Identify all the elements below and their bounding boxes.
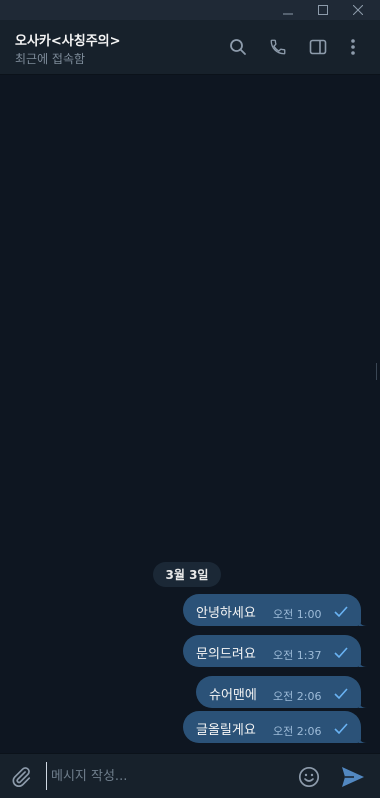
maximize-button[interactable] [305, 0, 341, 20]
minimize-icon [283, 13, 293, 15]
outgoing-message[interactable]: 슈어맨에 오전 2:06 [196, 676, 367, 708]
sidebar-toggle-button[interactable] [308, 37, 328, 57]
chat-title[interactable]: 오사카<사칭주의> [15, 30, 121, 49]
send-icon [342, 767, 364, 787]
smiley-icon [298, 766, 320, 788]
check-icon [334, 647, 348, 659]
check-icon [334, 606, 348, 618]
search-icon [230, 39, 246, 55]
minimize-button[interactable] [270, 0, 306, 20]
close-button[interactable] [340, 0, 376, 20]
message-text: 문의드려요 [196, 647, 256, 662]
paperclip-icon [12, 767, 31, 788]
message-time: 오전 2:06 [273, 690, 322, 703]
more-vertical-icon [351, 39, 355, 55]
attach-button[interactable] [10, 766, 32, 788]
chat-status: 최근에 접속함 [15, 52, 86, 66]
bubble-tail [359, 659, 367, 667]
message-time: 오전 1:37 [273, 649, 322, 662]
emoji-button[interactable] [298, 766, 320, 788]
outgoing-message[interactable]: 안녕하세요 오전 1:00 [183, 594, 367, 626]
maximize-icon [318, 5, 328, 15]
sidebar-toggle-icon [309, 39, 327, 55]
message-list[interactable]: 3월 3일 안녕하세요 오전 1:00 문의드려요 오전 1:37 슈어맨에 오… [0, 75, 380, 753]
message-text: 슈어맨에 [209, 688, 257, 703]
window-edge [376, 363, 380, 380]
message-text: 글올릴게요 [196, 723, 256, 738]
chat-header[interactable]: 오사카<사칭주의> 최근에 접속함 [0, 20, 380, 75]
bubble-tail [359, 735, 367, 743]
message-time: 오전 2:06 [273, 725, 322, 738]
message-text: 안녕하세요 [196, 606, 256, 621]
phone-icon [270, 39, 286, 55]
outgoing-message[interactable]: 문의드려요 오전 1:37 [183, 635, 367, 667]
message-time: 오전 1:00 [273, 608, 322, 621]
check-icon [334, 723, 348, 735]
bubble-tail [359, 700, 367, 708]
title-bar [0, 0, 380, 20]
check-icon [334, 688, 348, 700]
call-button[interactable] [268, 37, 288, 57]
telegram-window: 오사카<사칭주의> 최근에 접속함 3월 3일 안녕하세요 오전 1:00 문의… [0, 0, 380, 798]
message-composer [0, 753, 380, 798]
message-input[interactable] [46, 762, 281, 790]
search-button[interactable] [228, 37, 248, 57]
date-divider: 3월 3일 [153, 562, 221, 587]
send-button[interactable] [341, 766, 365, 788]
outgoing-message[interactable]: 글올릴게요 오전 2:06 [183, 711, 367, 743]
more-menu-button[interactable] [343, 37, 363, 57]
bubble-tail [359, 618, 367, 626]
close-icon [353, 5, 363, 15]
